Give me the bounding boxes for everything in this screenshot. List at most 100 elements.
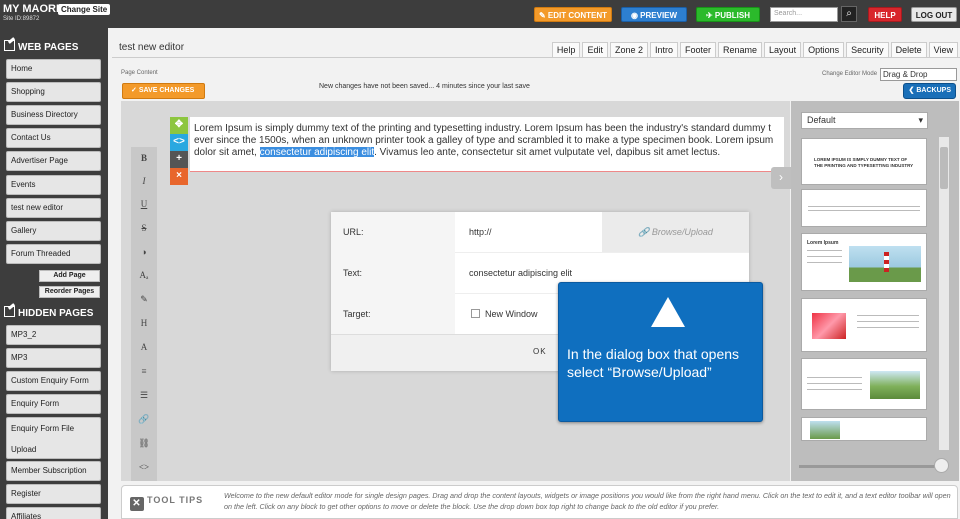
- font-color-icon[interactable]: A: [131, 337, 157, 357]
- text-line: [807, 262, 842, 263]
- align-icon[interactable]: ≡: [131, 361, 157, 381]
- unlink-icon[interactable]: ⛓: [131, 433, 157, 453]
- sidebar-item-home[interactable]: Home: [6, 59, 101, 79]
- tab-edit[interactable]: Edit: [582, 42, 608, 58]
- browse-upload-label: Browse/Upload: [651, 227, 713, 237]
- sidebar-item-events[interactable]: Events: [6, 175, 101, 195]
- tab-zone-2[interactable]: Zone 2: [609, 42, 648, 58]
- tutorial-callout: In the dialog box that opens select “Bro…: [558, 282, 763, 422]
- tab-view[interactable]: View: [928, 42, 958, 58]
- layout-thumbnail[interactable]: [801, 358, 927, 410]
- text-before-selection: dolor sit amet,: [194, 147, 260, 157]
- scrollbar-thumb[interactable]: [940, 147, 948, 189]
- logout-button[interactable]: LOG OUT: [911, 7, 957, 22]
- font-size-icon[interactable]: Aₐ: [131, 265, 157, 285]
- layout-thumbnail[interactable]: [801, 189, 927, 227]
- ok-button[interactable]: OK: [533, 347, 547, 356]
- sidebar-item-enquiry-form-file-upload[interactable]: Enquiry Form File Upload: [6, 417, 101, 459]
- reorder-pages-button[interactable]: Reorder Pages: [39, 286, 100, 298]
- caret-down-icon: ▾: [918, 115, 923, 125]
- source-code-icon[interactable]: <>: [131, 457, 157, 477]
- tab-security[interactable]: Security: [846, 42, 889, 58]
- code-icon[interactable]: <>: [170, 134, 188, 151]
- publish-button[interactable]: ✈ PUBLISH: [696, 7, 760, 22]
- layout-thumbnail[interactable]: LOREM IPSUM IS SIMPLY DUMMY TEXT OF THE …: [801, 138, 927, 185]
- edit-content-button[interactable]: ✎ EDIT CONTENT: [534, 7, 612, 22]
- sidebar-item-mp3[interactable]: MP3: [6, 348, 101, 368]
- layout-category-select[interactable]: Default ▾: [801, 112, 928, 129]
- sidebar-item-mp3-2[interactable]: MP3_2: [6, 325, 101, 345]
- add-icon[interactable]: +: [170, 151, 188, 168]
- unsaved-message: New changes have not been saved... 4 min…: [319, 83, 530, 90]
- chevron-right-icon[interactable]: ›: [771, 167, 791, 189]
- page-tabs: Help Edit Zone 2 Intro Footer Rename Lay…: [551, 42, 958, 58]
- zoom-slider-handle[interactable]: [934, 458, 949, 473]
- editable-text[interactable]: Lorem Ipsum is simply dummy text of the …: [194, 123, 782, 157]
- new-window-checkbox[interactable]: [471, 309, 480, 318]
- change-site-button[interactable]: Change Site: [58, 4, 111, 15]
- link-icon[interactable]: 🔗: [131, 409, 157, 429]
- tab-intro[interactable]: Intro: [649, 42, 678, 58]
- url-field[interactable]: http://: [455, 212, 602, 252]
- tab-options[interactable]: Options: [803, 42, 845, 58]
- delete-icon[interactable]: ×: [170, 168, 188, 185]
- eye-icon: ◉: [630, 11, 638, 20]
- layout-thumbnail[interactable]: [801, 298, 927, 352]
- lighthouse-image: [810, 421, 840, 439]
- add-page-button[interactable]: Add Page: [39, 270, 100, 282]
- help-button[interactable]: HELP: [868, 7, 902, 22]
- text-line: [857, 327, 919, 328]
- save-changes-button[interactable]: ✓ SAVE CHANGES: [122, 83, 205, 99]
- sidebar: WEB PAGES Home Shopping Business Directo…: [0, 28, 108, 519]
- tool-tips-logo: ✕ TOOL TIPS: [130, 495, 203, 511]
- tool-tips-bar: ✕ TOOL TIPS Welcome to the new default ed…: [121, 485, 958, 519]
- backups-button[interactable]: ❮ BACKUPS: [903, 83, 956, 99]
- block-tools: ✥ <> + ×: [170, 117, 188, 185]
- lighthouse-image: [849, 246, 921, 282]
- text-line: [807, 383, 862, 384]
- list-icon[interactable]: ☰: [131, 385, 157, 405]
- sidebar-item-shopping[interactable]: Shopping: [6, 82, 101, 102]
- hidden-pages-heading-label: HIDDEN PAGES: [18, 308, 94, 319]
- editor-mode-select[interactable]: Drag & Drop: [880, 68, 957, 81]
- sidebar-item-contact-us[interactable]: Contact Us: [6, 128, 101, 148]
- sidebar-item-member-subscription[interactable]: Member Subscription: [6, 461, 101, 481]
- backups-label: BACKUPS: [916, 87, 951, 94]
- italic-icon[interactable]: I: [131, 171, 157, 191]
- layout-thumbnail-title: LOREM IPSUM IS SIMPLY DUMMY TEXT OF THE …: [814, 157, 914, 168]
- tab-delete[interactable]: Delete: [890, 42, 927, 58]
- search-input[interactable]: Search...: [770, 7, 838, 22]
- text-line: [808, 210, 920, 211]
- tab-footer[interactable]: Footer: [680, 42, 717, 58]
- sidebar-item-register[interactable]: Register: [6, 484, 101, 504]
- zoom-slider-track[interactable]: [799, 465, 941, 468]
- text-line: [807, 250, 842, 251]
- strikethrough-icon[interactable]: S: [131, 218, 157, 238]
- underline-icon[interactable]: U: [131, 194, 157, 214]
- sidebar-item-business-directory[interactable]: Business Directory: [6, 105, 101, 125]
- heading-icon[interactable]: H: [131, 313, 157, 333]
- publish-icon: ✈: [705, 11, 713, 20]
- layout-thumbnail[interactable]: Lorem Ipsum: [801, 233, 927, 291]
- tab-rename[interactable]: Rename: [718, 42, 763, 58]
- sidebar-item-custom-enquiry-form[interactable]: Custom Enquiry Form: [6, 371, 101, 391]
- check-icon: ✓: [131, 87, 137, 94]
- sidebar-item-forum-threaded[interactable]: Forum Threaded: [6, 244, 101, 264]
- new-window-label: New Window: [485, 309, 538, 319]
- sidebar-item-advertiser-page[interactable]: Advertiser Page: [6, 151, 101, 171]
- layout-thumbnail[interactable]: [801, 417, 927, 441]
- contrast-icon[interactable]: ◑: [131, 242, 157, 262]
- bold-icon[interactable]: B: [131, 148, 157, 168]
- sidebar-item-test-new-editor[interactable]: test new editor: [6, 198, 101, 218]
- move-icon[interactable]: ✥: [170, 117, 188, 134]
- tab-help[interactable]: Help: [551, 42, 581, 58]
- web-pages-heading-label: WEB PAGES: [18, 42, 79, 53]
- tab-layout[interactable]: Layout: [764, 42, 802, 58]
- preview-button[interactable]: ◉ PREVIEW: [621, 7, 687, 22]
- sidebar-item-affiliates[interactable]: Affiliates: [6, 507, 101, 519]
- browse-upload-button[interactable]: 🔗 Browse/Upload: [602, 212, 749, 252]
- search-icon[interactable]: ⌕: [841, 6, 857, 22]
- eraser-icon[interactable]: ✎: [131, 289, 157, 309]
- sidebar-item-enquiry-form[interactable]: Enquiry Form: [6, 394, 101, 414]
- sidebar-item-gallery[interactable]: Gallery: [6, 221, 101, 241]
